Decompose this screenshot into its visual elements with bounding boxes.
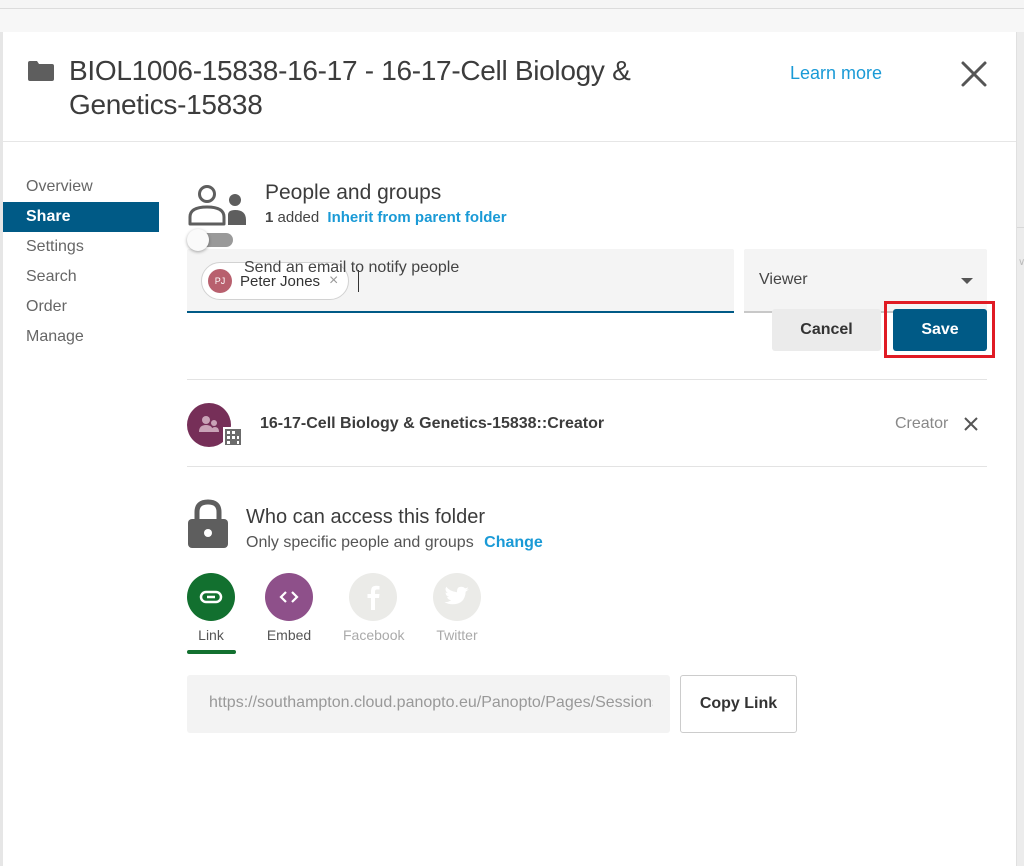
- folder-icon: [28, 61, 54, 81]
- member-name: 16-17-Cell Biology & Genetics-15838::Cre…: [260, 415, 605, 432]
- people-icon: [188, 185, 246, 226]
- sidebar-item-search[interactable]: Search: [3, 262, 159, 292]
- added-count: 1: [265, 209, 274, 226]
- dialog-header: BIOL1006-15838-16-17 - 16-17-Cell Biolog…: [3, 32, 1016, 142]
- sidebar-item-overview[interactable]: Overview: [3, 172, 159, 202]
- learn-more-link[interactable]: Learn more: [790, 63, 882, 84]
- remove-member-icon[interactable]: [960, 413, 982, 435]
- background-chevron-icon: ∨: [1018, 257, 1024, 268]
- sidebar-item-share[interactable]: Share: [3, 202, 159, 232]
- people-added-summary: 1 added Inherit from parent folder: [265, 209, 507, 226]
- member-role[interactable]: Creator: [895, 415, 948, 433]
- added-label: added: [277, 209, 320, 226]
- avatar: PJ: [208, 269, 232, 293]
- sidebar-nav: Overview Share Settings Search Order Man…: [3, 172, 159, 352]
- twitter-icon: [433, 573, 481, 621]
- facebook-icon: [349, 573, 397, 621]
- share-option-twitter[interactable]: Twitter: [427, 573, 487, 643]
- sidebar-item-order[interactable]: Order: [3, 292, 159, 322]
- share-dialog: BIOL1006-15838-16-17 - 16-17-Cell Biolog…: [3, 32, 1016, 866]
- close-icon[interactable]: [958, 58, 990, 90]
- access-description: Only specific people and groups Change: [246, 534, 543, 552]
- change-access-link[interactable]: Change: [484, 534, 543, 551]
- sidebar-item-manage[interactable]: Manage: [3, 322, 159, 352]
- divider: [187, 466, 987, 467]
- lock-icon: [188, 499, 228, 548]
- toggle-knob: [187, 229, 209, 251]
- share-option-label: Embed: [266, 627, 312, 643]
- share-link-url: https://southampton.cloud.panopto.eu/Pan…: [209, 694, 653, 711]
- background-divider: [1017, 227, 1024, 228]
- share-option-facebook[interactable]: Facebook: [343, 573, 405, 643]
- share-option-label: Link: [198, 627, 224, 643]
- copy-link-button[interactable]: Copy Link: [680, 675, 797, 733]
- dialog-title: BIOL1006-15838-16-17 - 16-17-Cell Biolog…: [69, 55, 631, 120]
- dropdown-arrow-icon: [961, 278, 973, 284]
- notify-toggle[interactable]: [187, 228, 233, 252]
- inherit-from-parent-link[interactable]: Inherit from parent folder: [327, 209, 506, 226]
- share-link-field[interactable]: https://southampton.cloud.panopto.eu/Pan…: [187, 675, 670, 733]
- embed-icon: [265, 573, 313, 621]
- divider: [187, 379, 987, 380]
- building-icon: [223, 427, 243, 447]
- people-section-title: People and groups: [265, 181, 442, 204]
- cancel-button[interactable]: Cancel: [772, 309, 881, 351]
- background-page-right: ∨: [1016, 32, 1024, 866]
- link-icon: [187, 573, 235, 621]
- browser-top-strip: [0, 0, 1024, 9]
- notify-toggle-label: Send an email to notify people: [244, 259, 460, 276]
- selected-tab-indicator: [187, 650, 236, 654]
- role-select-value: Viewer: [759, 271, 808, 288]
- sidebar-item-settings[interactable]: Settings: [3, 232, 159, 262]
- share-option-label: Facebook: [343, 627, 405, 643]
- save-button[interactable]: Save: [893, 309, 987, 351]
- share-option-label: Twitter: [436, 627, 478, 643]
- access-title: Who can access this folder: [246, 506, 485, 528]
- share-option-link[interactable]: Link: [181, 573, 241, 643]
- access-level-text: Only specific people and groups: [246, 534, 474, 551]
- share-option-embed[interactable]: Embed: [259, 573, 319, 643]
